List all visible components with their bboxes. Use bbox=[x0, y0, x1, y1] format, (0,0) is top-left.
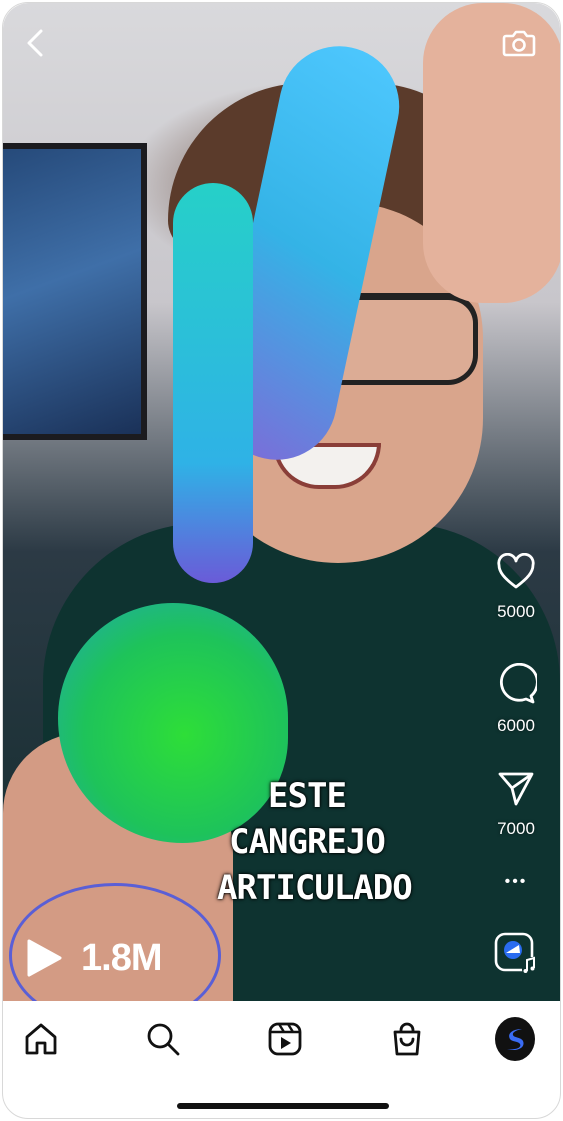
tab-search[interactable] bbox=[143, 1019, 183, 1059]
caption-line: ESTE bbox=[268, 776, 347, 816]
camera-icon bbox=[502, 30, 536, 57]
home-icon bbox=[25, 1023, 57, 1055]
tab-reels[interactable] bbox=[265, 1019, 305, 1059]
shop-icon bbox=[393, 1022, 421, 1056]
tab-home[interactable] bbox=[21, 1019, 61, 1059]
audio-track-icon bbox=[494, 932, 536, 973]
raised-hand bbox=[423, 3, 560, 303]
profile-avatar-icon bbox=[495, 1017, 535, 1061]
tab-profile[interactable] bbox=[495, 1017, 535, 1061]
comment-icon bbox=[499, 662, 539, 704]
caption-line: CANGREJO bbox=[229, 822, 386, 862]
home-indicator bbox=[177, 1103, 389, 1109]
more-options-button[interactable]: ••• bbox=[490, 873, 542, 891]
comment-count: 6000 bbox=[497, 716, 535, 735]
camera-button[interactable] bbox=[501, 25, 537, 61]
search-icon bbox=[147, 1023, 180, 1056]
send-icon bbox=[498, 772, 534, 806]
like-action[interactable]: 5000 bbox=[490, 552, 542, 622]
chevron-left-icon bbox=[27, 29, 43, 57]
share-action[interactable]: 7000 bbox=[490, 768, 542, 839]
back-button[interactable] bbox=[19, 25, 55, 61]
video-caption: ESTE CANGREJO ARTICULADO bbox=[217, 773, 413, 911]
phone-frame: ESTE CANGREJO ARTICULADO 5000 6000 7000 … bbox=[2, 2, 561, 1119]
tab-shop[interactable] bbox=[387, 1019, 427, 1059]
background-monitor bbox=[3, 143, 147, 440]
audio-track-button[interactable] bbox=[490, 931, 542, 982]
bottom-tab-bar bbox=[3, 1001, 560, 1083]
reel-video[interactable]: ESTE CANGREJO ARTICULADO 5000 6000 7000 … bbox=[3, 3, 560, 1001]
caption-line: ARTICULADO bbox=[217, 868, 413, 908]
crab-leg-toy bbox=[173, 183, 253, 583]
share-count: 7000 bbox=[497, 819, 535, 838]
comment-action[interactable]: 6000 bbox=[490, 662, 542, 736]
like-count: 5000 bbox=[497, 602, 535, 621]
heart-icon bbox=[497, 552, 535, 589]
more-dots-icon: ••• bbox=[504, 873, 528, 890]
reels-icon bbox=[268, 1022, 302, 1056]
